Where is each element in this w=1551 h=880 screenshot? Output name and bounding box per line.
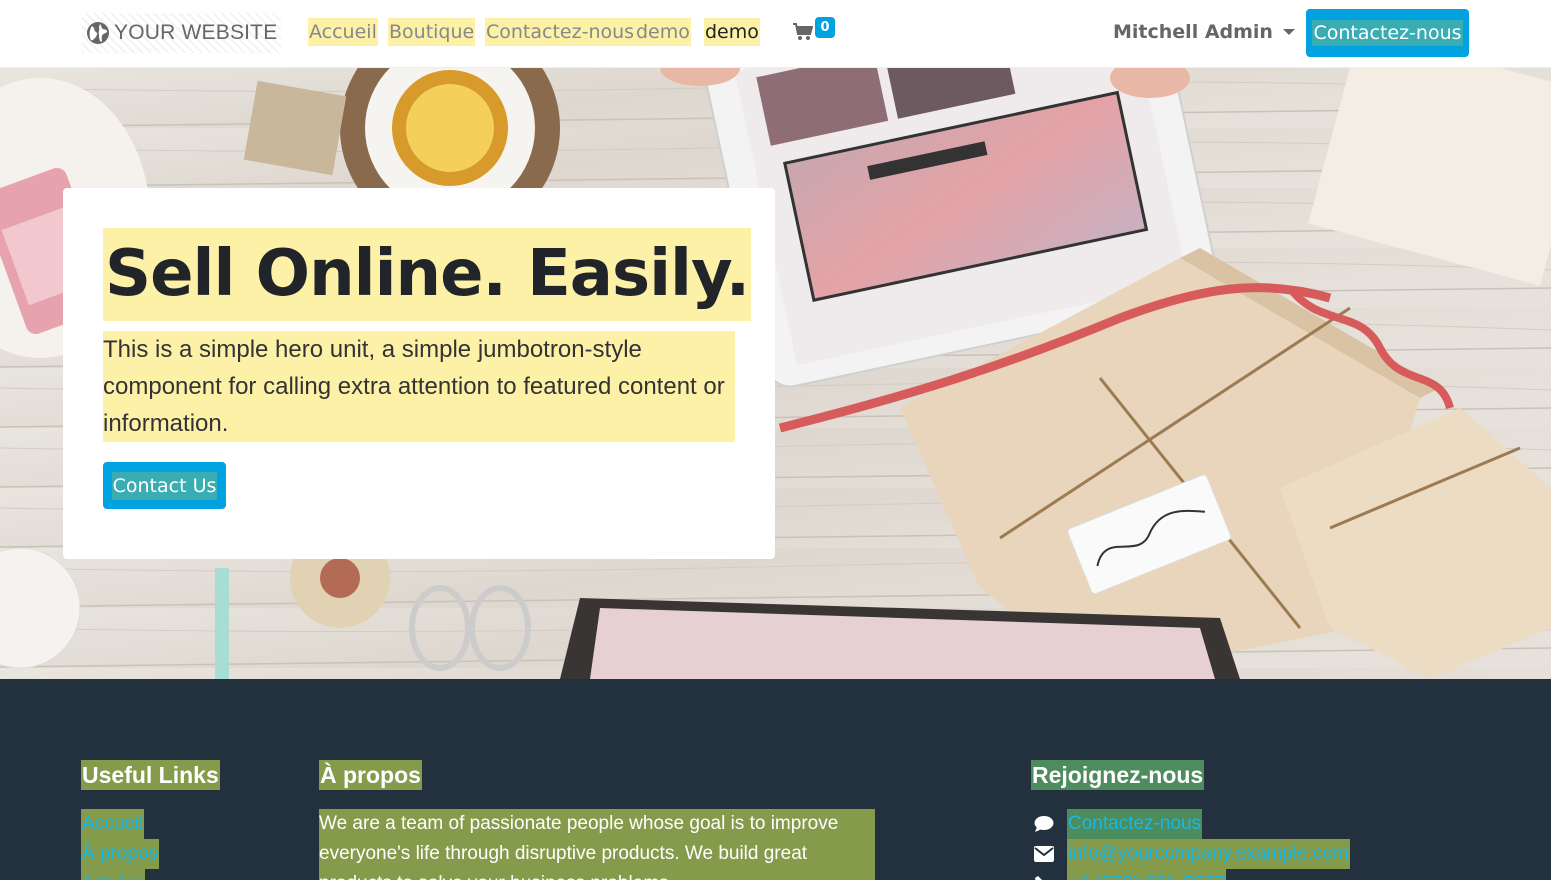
- nav-link-boutique[interactable]: Boutique: [388, 18, 476, 46]
- footer: Useful Links Accueil À propos Articles À…: [0, 679, 1551, 880]
- nav-link-contactez-nous[interactable]: Contactez-nous: [485, 18, 636, 46]
- nav-link-accueil[interactable]: Accueil: [308, 18, 378, 46]
- envelope-icon: [1034, 846, 1054, 862]
- footer-phone-link[interactable]: +1 (650) 691-3277: [1067, 869, 1226, 880]
- nav-link-demo-active[interactable]: demo: [704, 18, 760, 46]
- shopping-cart-icon: [793, 23, 813, 40]
- globe-icon: [87, 22, 109, 44]
- navbar: YOUR WEBSITE Accueil Boutique Contactez-…: [0, 0, 1551, 68]
- hero-title: Sell Online. Easily.: [103, 228, 752, 321]
- join-us-heading: Rejoignez-nous: [1031, 760, 1205, 790]
- brand-text: YOUR WEBSITE: [114, 21, 278, 44]
- user-menu[interactable]: Mitchell Admin: [1113, 18, 1295, 46]
- footer-link-a-propos[interactable]: À propos: [81, 839, 160, 869]
- cart-count-badge: 0: [815, 17, 835, 38]
- hero-lead-text: This is a simple hero unit, a simple jum…: [103, 331, 735, 442]
- cart-button[interactable]: 0: [793, 17, 839, 49]
- contact-us-nav-button[interactable]: Contactez-nous: [1306, 9, 1469, 57]
- caret-down-icon: [1282, 29, 1295, 35]
- footer-link-articles[interactable]: Articles: [81, 869, 146, 880]
- contact-us-nav-button-label: Contactez-nous: [1312, 20, 1463, 46]
- footer-email-link[interactable]: info@yourcompany.example.com: [1067, 839, 1350, 869]
- phone-icon: [1035, 876, 1042, 880]
- footer-contact-link[interactable]: Contactez-nous: [1067, 809, 1203, 839]
- useful-links-heading: Useful Links: [81, 760, 220, 790]
- hero-card: Sell Online. Easily. This is a simple he…: [63, 188, 775, 559]
- nav-link-demo[interactable]: demo: [635, 18, 691, 46]
- about-text: We are a team of passionate people whose…: [319, 809, 875, 880]
- hero-contact-us-button-label: Contact Us: [111, 471, 218, 500]
- about-heading: À propos: [319, 760, 422, 790]
- comment-icon: [1034, 816, 1054, 832]
- footer-link-accueil[interactable]: Accueil: [81, 809, 145, 839]
- brand-logo[interactable]: YOUR WEBSITE: [82, 13, 282, 53]
- user-name: Mitchell Admin: [1113, 21, 1273, 43]
- hero-section: Sell Online. Easily. This is a simple he…: [0, 68, 1551, 679]
- hero-contact-us-button[interactable]: Contact Us: [103, 462, 226, 509]
